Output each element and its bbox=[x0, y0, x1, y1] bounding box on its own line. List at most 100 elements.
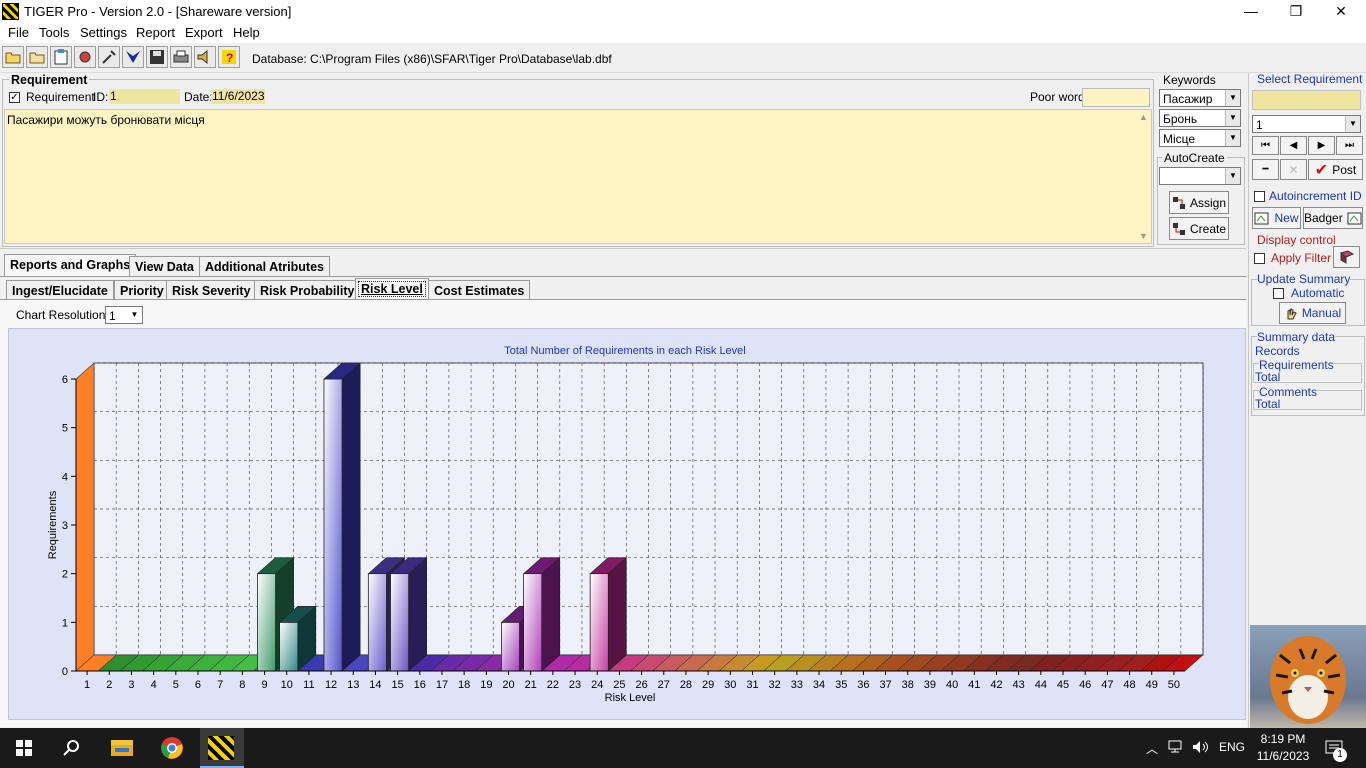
chevron-down-icon[interactable]: ▼ bbox=[1225, 90, 1240, 106]
menu-help[interactable]: Help bbox=[233, 25, 260, 40]
id-field[interactable]: 1 bbox=[109, 89, 180, 104]
keyword-combo-1[interactable]: Пасажир ▼ bbox=[1159, 89, 1241, 107]
menu-tools[interactable]: Tools bbox=[39, 25, 69, 40]
open-folder-icon[interactable] bbox=[2, 46, 24, 68]
next-record-button[interactable]: ▶ bbox=[1308, 136, 1335, 155]
comments-total: Total bbox=[1255, 397, 1281, 411]
database-path: Database: C:\Program Files (x86)\SFAR\Ti… bbox=[252, 52, 612, 66]
volume-icon[interactable] bbox=[1192, 740, 1210, 757]
last-record-button[interactable]: ⏭ bbox=[1336, 136, 1363, 155]
chart-x-tick-label: 13 bbox=[347, 679, 359, 691]
first-record-button[interactable]: ⏮ bbox=[1252, 136, 1279, 155]
automatic-checkbox[interactable] bbox=[1273, 288, 1284, 299]
chart-x-tick-label: 10 bbox=[281, 679, 293, 691]
autoincrement-checkbox[interactable] bbox=[1254, 191, 1265, 202]
cancel-record-button[interactable]: ✕ bbox=[1280, 159, 1307, 180]
language-indicator[interactable]: ENG bbox=[1219, 740, 1245, 754]
checkmark-icon: ✔ bbox=[1314, 161, 1329, 179]
menu-file[interactable]: File bbox=[8, 25, 29, 40]
chevron-up-icon[interactable]: ︿ bbox=[1146, 740, 1158, 757]
help-icon[interactable]: ? bbox=[218, 46, 240, 68]
tools-icon[interactable] bbox=[74, 46, 96, 68]
requirement-checkbox[interactable]: ✓ bbox=[9, 92, 20, 103]
delete-record-button[interactable]: ━ bbox=[1252, 159, 1279, 180]
chart-x-tick-label: 37 bbox=[879, 679, 891, 691]
manual-button[interactable]: Manual bbox=[1279, 302, 1346, 324]
select-requirement-search[interactable] bbox=[1252, 90, 1361, 110]
tab-additional-atributes[interactable]: Additional Atributes bbox=[199, 256, 330, 276]
close-button[interactable]: ✕ bbox=[1318, 0, 1364, 23]
search-icon[interactable] bbox=[63, 739, 81, 760]
maximize-button[interactable]: ❐ bbox=[1273, 0, 1319, 23]
apply-filter-label: Apply Filter bbox=[1271, 251, 1332, 265]
wrench-icon[interactable] bbox=[98, 46, 120, 68]
tiger-pro-taskbar-button[interactable] bbox=[200, 728, 244, 768]
tab-view-data[interactable]: View Data bbox=[129, 256, 200, 276]
new-button[interactable]: New bbox=[1252, 207, 1301, 229]
keyword-combo-3[interactable]: Місце ▼ bbox=[1159, 129, 1241, 147]
chevron-down-icon[interactable]: ▼ bbox=[1225, 110, 1240, 126]
tab-reports-and-graphs[interactable]: Reports and Graphs bbox=[4, 254, 137, 276]
select-requirement-combo[interactable]: 1 ▼ bbox=[1252, 115, 1361, 133]
chart-bar-front bbox=[501, 621, 521, 672]
tab-risk-level[interactable]: Risk Level bbox=[355, 278, 429, 300]
tab-risk-probability[interactable]: Risk Probability bbox=[254, 280, 361, 300]
tab-priority[interactable]: Priority bbox=[114, 280, 170, 300]
chart-bar-side bbox=[608, 556, 627, 672]
windows-start-icon[interactable] bbox=[16, 740, 32, 759]
menu-settings[interactable]: Settings bbox=[80, 25, 127, 40]
requirement-text: Пасажири можуть бронювати місця bbox=[7, 113, 205, 127]
date-field[interactable]: 11/6/2023 bbox=[211, 89, 265, 104]
chrome-icon[interactable] bbox=[160, 736, 184, 763]
chart-x-tick-label: 39 bbox=[924, 679, 936, 691]
chart-resolution-combo[interactable]: 1 ▼ bbox=[105, 306, 143, 324]
minimize-button[interactable]: — bbox=[1228, 0, 1274, 23]
scroll-up-icon[interactable]: ▲ bbox=[1139, 112, 1148, 122]
speaker-icon[interactable] bbox=[194, 46, 216, 68]
assign-button[interactable]: Assign bbox=[1169, 191, 1229, 214]
apply-filter-checkbox[interactable] bbox=[1254, 253, 1265, 264]
chart-x-tick-label: 7 bbox=[217, 679, 223, 691]
chart-x-tick-label: 24 bbox=[591, 679, 603, 691]
keywords-title: Keywords bbox=[1161, 73, 1218, 87]
requirement-text-area[interactable]: Пасажири можуть бронювати місця bbox=[4, 109, 1152, 244]
save-icon[interactable] bbox=[146, 46, 168, 68]
poor-word-field[interactable] bbox=[1082, 88, 1150, 107]
file-explorer-icon[interactable] bbox=[111, 737, 133, 760]
prev-record-button[interactable]: ◀ bbox=[1280, 136, 1307, 155]
badger-button[interactable]: Badger bbox=[1303, 207, 1363, 229]
post-button[interactable]: ✔ Post bbox=[1308, 159, 1363, 180]
tab-risk-severity[interactable]: Risk Severity bbox=[166, 280, 257, 300]
chart-bar-front bbox=[367, 573, 387, 672]
chevron-down-icon[interactable]: ▼ bbox=[127, 307, 142, 323]
tiger-icon bbox=[1270, 636, 1346, 724]
tiger-logo-image bbox=[1250, 625, 1366, 728]
menu-report[interactable]: Report bbox=[136, 25, 175, 40]
chevron-down-icon[interactable]: ▼ bbox=[1225, 130, 1240, 146]
folder-icon[interactable] bbox=[26, 46, 48, 68]
filter-icon[interactable] bbox=[122, 46, 144, 68]
scroll-down-icon[interactable]: ▼ bbox=[1139, 231, 1148, 241]
right-panel: Select Requirement 1 ▼ ⏮ ◀ ▶ ⏭ ━ ✕ ✔ Post… bbox=[1248, 72, 1366, 728]
filter-book-button[interactable] bbox=[1333, 246, 1360, 268]
clock-time[interactable]: 8:19 PM bbox=[1259, 732, 1307, 746]
menu-export[interactable]: Export bbox=[185, 25, 223, 40]
clock-date[interactable]: 11/6/2023 bbox=[1255, 749, 1311, 763]
print-icon[interactable] bbox=[170, 46, 192, 68]
requirement-scrollbar[interactable]: ▲ ▼ bbox=[1136, 110, 1151, 243]
autocreate-combo[interactable]: ▼ bbox=[1159, 167, 1241, 185]
tab-ingest-elucidate[interactable]: Ingest/Elucidate bbox=[6, 280, 114, 300]
create-button[interactable]: Create bbox=[1169, 217, 1229, 240]
chevron-down-icon[interactable]: ▼ bbox=[1345, 116, 1360, 132]
chevron-down-icon[interactable]: ▼ bbox=[1225, 168, 1240, 184]
risk-level-chart: 01234561 2 3 4 5 6 7 8 9 10 11 12 13 14 15 16 17 18 19 20 21… bbox=[47, 345, 1204, 704]
date-label: Date: bbox=[184, 90, 213, 104]
clipboard-icon[interactable] bbox=[50, 46, 72, 68]
chart-bar-side bbox=[541, 556, 561, 672]
tab-cost-estimates[interactable]: Cost Estimates bbox=[428, 280, 531, 300]
keyword-combo-2[interactable]: Бронь ▼ bbox=[1159, 109, 1241, 127]
chart-x-tick-label: 28 bbox=[680, 679, 692, 691]
chart-x-tick-label: 16 bbox=[414, 679, 426, 691]
autocreate-title: AutoCreate bbox=[1162, 151, 1227, 165]
network-icon[interactable] bbox=[1168, 740, 1184, 757]
